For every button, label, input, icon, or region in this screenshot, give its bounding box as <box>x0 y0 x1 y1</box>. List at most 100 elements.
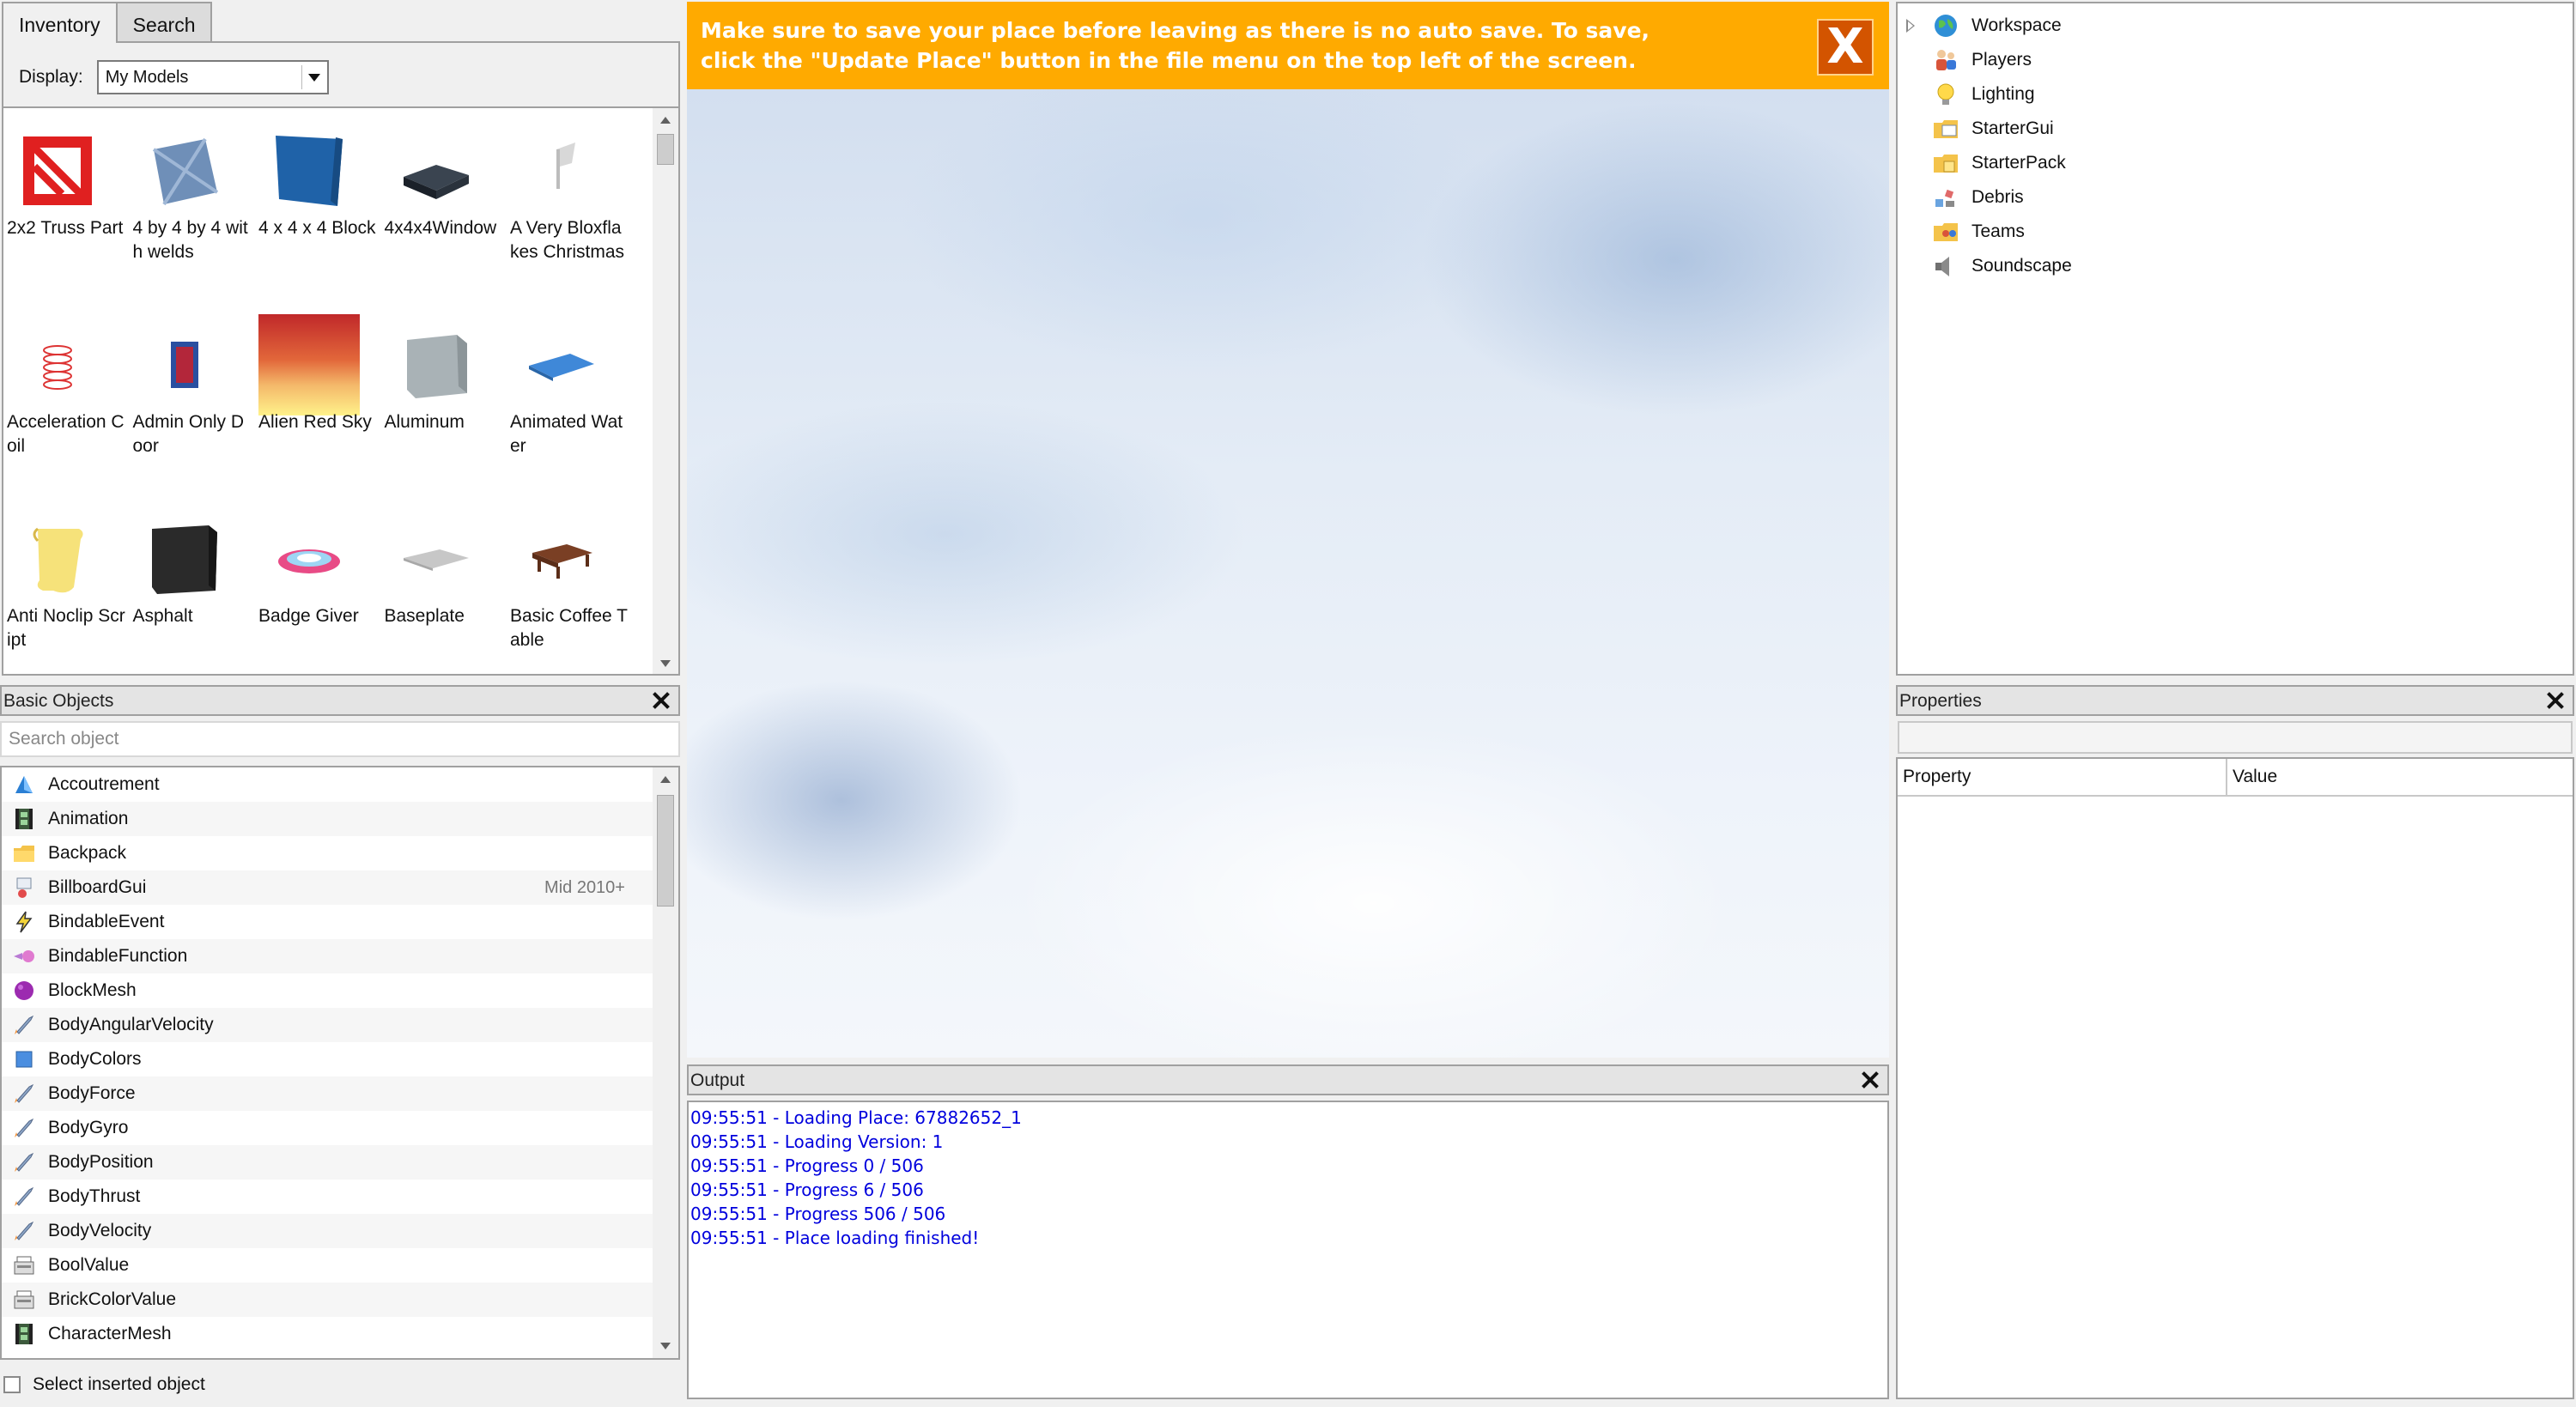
blue-block-icon[interactable] <box>258 120 360 221</box>
model-item[interactable]: Anti Noclip Script <box>7 496 133 674</box>
properties-filter-input[interactable] <box>1898 721 2573 754</box>
close-icon[interactable] <box>649 688 673 713</box>
model-name: Aluminum <box>384 412 465 432</box>
model-item[interactable]: 4 x 4 x 4 Block <box>258 108 385 302</box>
basic-object-item[interactable]: Accoutrement <box>2 767 678 802</box>
blue-metal-cube-icon[interactable] <box>133 120 234 221</box>
basic-object-item[interactable]: BodyColors <box>2 1042 678 1076</box>
basic-object-name: BodyAngularVelocity <box>48 1015 214 1034</box>
toolbox-panel: Inventory Search Display: My Models 2x2 … <box>2 2 680 676</box>
coffee-table-icon[interactable] <box>510 508 611 609</box>
basic-object-item[interactable]: Animation <box>2 802 678 836</box>
model-item[interactable]: 4 by 4 by 4 with welds <box>133 108 259 302</box>
asphalt-cube-icon[interactable] <box>133 508 234 609</box>
expand-arrow-icon[interactable] <box>1906 19 1915 33</box>
display-dropdown[interactable]: My Models <box>96 60 329 94</box>
basic-object-item[interactable]: BodyVelocity <box>2 1214 678 1248</box>
game-viewport[interactable]: Make sure to save your place before leav… <box>687 2 1889 1058</box>
properties-title: Properties <box>1899 691 1982 711</box>
tab-search[interactable]: Search <box>115 2 213 43</box>
value-column-header[interactable]: Value <box>2227 759 2277 795</box>
basic-object-item[interactable]: BoolValue <box>2 1248 678 1283</box>
model-item[interactable]: Aluminum <box>385 302 511 496</box>
explorer-item-label: Soundscape <box>1971 256 2072 276</box>
white-flag-icon[interactable] <box>510 120 611 221</box>
properties-columns: Property Value <box>1898 759 2573 797</box>
scroll-thumb[interactable] <box>657 795 674 907</box>
rocket-icon <box>10 1114 38 1142</box>
model-item[interactable]: A Very Bloxflakes Christmas <box>510 108 636 302</box>
basic-object-item[interactable]: BodyForce <box>2 1076 678 1111</box>
basic-object-item[interactable]: BodyThrust <box>2 1180 678 1214</box>
explorer-item[interactable]: Lighting <box>1898 77 2573 112</box>
model-item[interactable]: Acceleration Coil <box>7 302 133 496</box>
red-sky-icon[interactable] <box>258 314 360 415</box>
chevron-down-icon[interactable] <box>301 65 324 89</box>
close-icon[interactable] <box>1858 1068 1882 1092</box>
model-grid-scrollbar[interactable] <box>653 108 678 674</box>
explorer-item[interactable]: Debris <box>1898 180 2573 215</box>
basic-object-name: BodyThrust <box>48 1186 141 1206</box>
close-icon[interactable] <box>2543 688 2567 713</box>
scroll-up-icon[interactable] <box>653 767 678 791</box>
explorer-item[interactable]: Teams <box>1898 215 2573 249</box>
red-coil-icon[interactable] <box>7 314 108 415</box>
output-line: 09:55:51 - Progress 0 / 506 <box>690 1155 924 1176</box>
property-column-header[interactable]: Property <box>1898 759 2227 795</box>
scroll-icon[interactable] <box>7 508 108 609</box>
tab-inventory[interactable]: Inventory <box>2 2 118 43</box>
model-item[interactable]: Basic Coffee Table <box>510 496 636 674</box>
explorer-item[interactable]: StarterPack <box>1898 146 2573 180</box>
red-truss-icon[interactable] <box>7 120 108 221</box>
basic-object-name: BoolValue <box>48 1255 130 1275</box>
model-item[interactable]: Admin Only Door <box>133 302 259 496</box>
red-door-icon[interactable] <box>133 314 234 415</box>
basic-object-item[interactable]: BindableFunction <box>2 939 678 973</box>
model-name: Animated Water <box>510 412 623 456</box>
object-list-scrollbar[interactable] <box>653 767 678 1358</box>
model-name: Alien Red Sky <box>258 412 372 432</box>
explorer-item[interactable]: StarterGui <box>1898 112 2573 146</box>
inventory-body: Display: My Models 2x2 Truss Part 4 by 4 … <box>2 41 680 676</box>
water-plate-icon[interactable] <box>510 314 611 415</box>
model-item[interactable]: 4x4x4Window <box>385 108 511 302</box>
basic-object-item[interactable]: BillboardGui Mid 2010+ <box>2 870 678 905</box>
toolbox-tabs: Inventory Search <box>2 2 213 43</box>
basic-object-item[interactable]: BrickColorValue <box>2 1283 678 1317</box>
select-inserted-checkbox[interactable] <box>3 1376 21 1393</box>
metal-cube-icon[interactable] <box>385 314 486 415</box>
model-item[interactable]: Baseplate <box>385 496 511 674</box>
basic-object-item[interactable]: BodyGyro <box>2 1111 678 1145</box>
explorer-item[interactable]: Soundscape <box>1898 249 2573 283</box>
basic-object-item[interactable]: Backpack <box>2 836 678 870</box>
badge-pad-icon[interactable] <box>258 508 360 609</box>
dark-window-icon[interactable] <box>385 120 486 221</box>
scroll-down-icon[interactable] <box>653 652 678 674</box>
model-item[interactable]: 2x2 Truss Part <box>7 108 133 302</box>
model-item[interactable]: Alien Red Sky <box>258 302 385 496</box>
explorer-item-label: Workspace <box>1971 15 2062 35</box>
scroll-up-icon[interactable] <box>653 108 678 132</box>
model-item[interactable]: Asphalt <box>133 496 259 674</box>
basic-object-item[interactable]: BodyPosition <box>2 1145 678 1180</box>
basic-object-item[interactable]: CharacterMesh <box>2 1317 678 1351</box>
lightbulb-icon <box>1932 81 1959 108</box>
model-item[interactable]: Badge Giver <box>258 496 385 674</box>
basic-object-item[interactable]: BindableEvent <box>2 905 678 939</box>
explorer-item[interactable]: Workspace <box>1898 9 2573 43</box>
scroll-thumb[interactable] <box>657 134 674 165</box>
banner-close-button[interactable]: X <box>1817 19 1874 76</box>
basic-object-item[interactable]: BlockMesh <box>2 973 678 1008</box>
globe-icon <box>1932 12 1959 39</box>
baseplate-icon[interactable] <box>385 508 486 609</box>
explorer-item-label: Debris <box>1971 187 2024 207</box>
scroll-down-icon[interactable] <box>653 1334 678 1358</box>
properties-table: Property Value <box>1896 757 2574 1399</box>
basic-object-name: Accoutrement <box>48 774 160 794</box>
explorer-item-label: StarterPack <box>1971 153 2066 173</box>
explorer-item[interactable]: Players <box>1898 43 2573 77</box>
search-object-input[interactable]: Search object <box>0 721 680 757</box>
properties-header: Properties <box>1896 685 2574 716</box>
model-item[interactable]: Animated Water <box>510 302 636 496</box>
basic-object-item[interactable]: BodyAngularVelocity <box>2 1008 678 1042</box>
